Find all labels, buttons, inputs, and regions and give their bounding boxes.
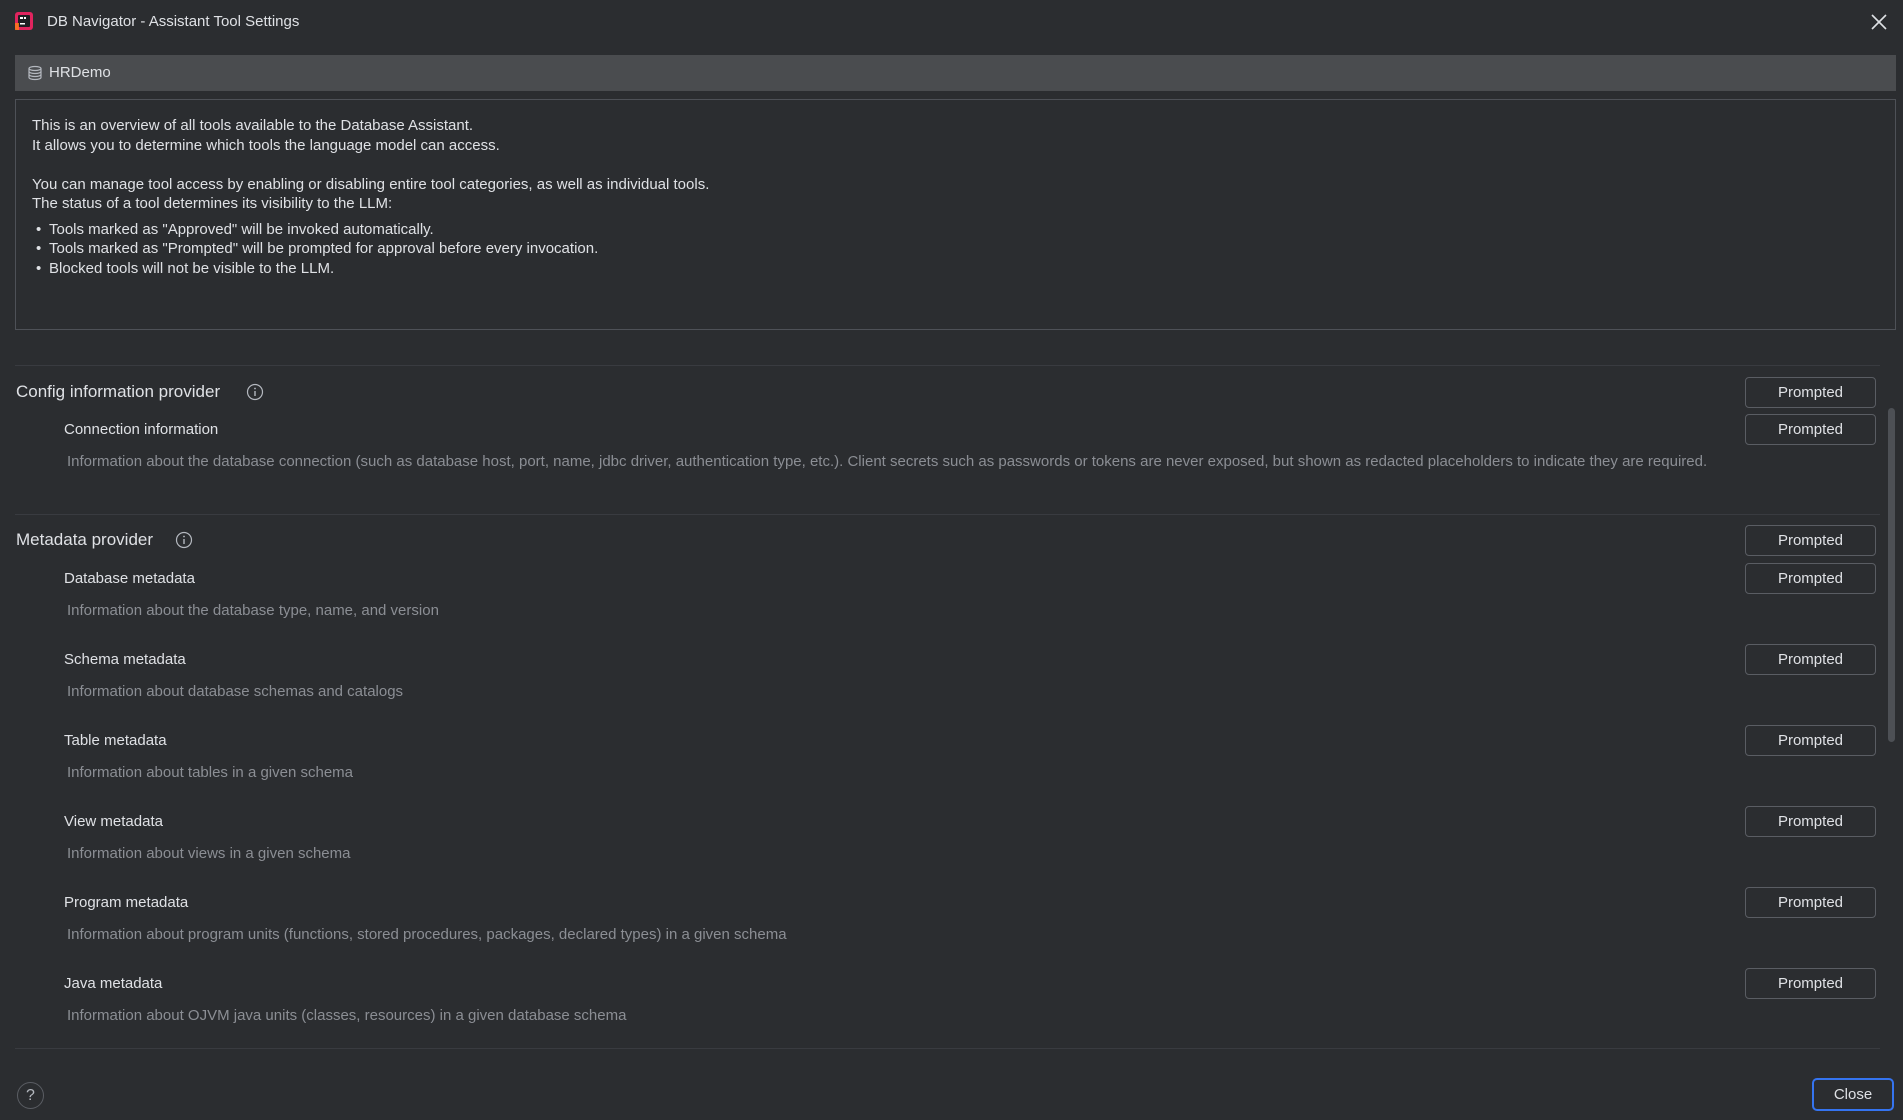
tool-description: Information about the database connectio… xyxy=(67,453,1708,470)
intro-line: The status of a tool determines its visi… xyxy=(32,195,393,212)
intro-line: It allows you to determine which tools t… xyxy=(32,136,500,154)
info-icon[interactable] xyxy=(246,383,264,401)
tool-description: Information about OJVM java units (class… xyxy=(67,1007,627,1024)
intro-panel: This is an overview of all tools availab… xyxy=(15,99,1896,330)
tool-description: Information about tables in a given sche… xyxy=(67,764,354,781)
category-status-button[interactable]: Prompted xyxy=(1745,525,1876,556)
tool-description: Information about program units (functio… xyxy=(67,926,787,943)
divider xyxy=(15,1048,1880,1049)
divider xyxy=(15,365,1880,366)
tool-status-button[interactable]: Prompted xyxy=(1745,414,1876,445)
tool-status-button[interactable]: Prompted xyxy=(1745,644,1876,675)
tool-status-button[interactable]: Prompted xyxy=(1745,563,1876,594)
title-bar: DB Navigator - Assistant Tool Settings xyxy=(0,0,1903,44)
divider xyxy=(15,514,1880,515)
scrollbar-thumb[interactable] xyxy=(1888,408,1895,742)
close-button[interactable]: Close xyxy=(1812,1078,1894,1111)
help-button[interactable]: ? xyxy=(17,1082,44,1109)
list-item: Tools marked as "Prompted" will be promp… xyxy=(32,239,1879,259)
database-icon xyxy=(28,65,42,81)
tool-name: Program metadata xyxy=(64,894,189,911)
tool-description: Information about the database type, nam… xyxy=(67,602,439,619)
info-icon[interactable] xyxy=(175,531,193,549)
tool-status-button[interactable]: Prompted xyxy=(1745,887,1876,918)
tool-description: Information about database schemas and c… xyxy=(67,683,404,700)
tool-status-button[interactable]: Prompted xyxy=(1745,806,1876,837)
tool-name: Table metadata xyxy=(64,732,167,749)
tool-name: Connection information xyxy=(64,421,219,438)
db-navigator-logo-icon xyxy=(15,12,33,30)
intro-line: You can manage tool access by enabling o… xyxy=(32,175,710,193)
window-title: DB Navigator - Assistant Tool Settings xyxy=(47,13,300,30)
list-item: Tools marked as "Approved" will be invok… xyxy=(32,220,1879,240)
tool-name: Database metadata xyxy=(64,570,195,587)
category-title: Config information provider xyxy=(16,382,221,401)
close-icon[interactable] xyxy=(1869,12,1889,32)
tool-name: View metadata xyxy=(64,813,163,830)
tool-name: Java metadata xyxy=(64,975,163,992)
connection-header: HRDemo xyxy=(15,55,1896,91)
status-rules-list: Tools marked as "Approved" will be invok… xyxy=(32,220,1879,279)
category-title: Metadata provider xyxy=(16,530,154,549)
list-item: Blocked tools will not be visible to the… xyxy=(32,259,1879,279)
tool-name: Schema metadata xyxy=(64,651,186,668)
tool-description: Information about views in a given schem… xyxy=(67,845,351,862)
connection-name: HRDemo xyxy=(49,64,111,81)
tool-status-button[interactable]: Prompted xyxy=(1745,725,1876,756)
intro-line: This is an overview of all tools availab… xyxy=(32,117,474,134)
category-status-button[interactable]: Prompted xyxy=(1745,377,1876,408)
tool-status-button[interactable]: Prompted xyxy=(1745,968,1876,999)
